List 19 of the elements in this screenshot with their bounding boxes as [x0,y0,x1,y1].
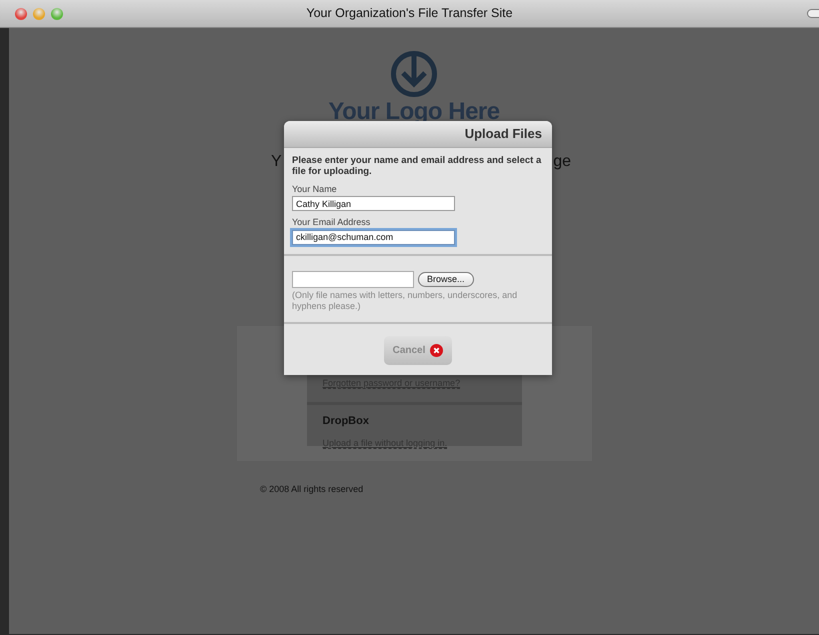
text-field[interactable]: Cathy Killigan [292,196,455,212]
file-name-note: (Only file names with letters, numbers, underscores, and hyphens please.) [292,290,518,314]
file-path-field[interactable] [292,270,414,288]
zoom-button[interactable] [51,8,63,20]
field-label: Your Email Address [292,216,372,230]
copyright-text: © 2008 All rights reserved [260,483,364,496]
close-button[interactable] [15,8,27,20]
dropbox-title: DropBox [322,414,370,429]
instructions-text: Please enter your name and email address and select a file for uploading. [292,155,542,178]
heading-text: Y [271,152,282,172]
heading-text: ge [553,152,571,172]
window-title: Your Organization's File Transfer Site [306,6,513,20]
close-icon [430,344,444,358]
logo-download-icon [390,50,438,98]
text-field[interactable]: ckilligan@schuman.com [292,230,455,245]
field-label: Your Name [292,182,338,196]
browse-button[interactable]: Browse... [418,272,474,287]
minimize-button[interactable] [33,8,45,20]
dialog-title: Upload Files [464,125,542,144]
